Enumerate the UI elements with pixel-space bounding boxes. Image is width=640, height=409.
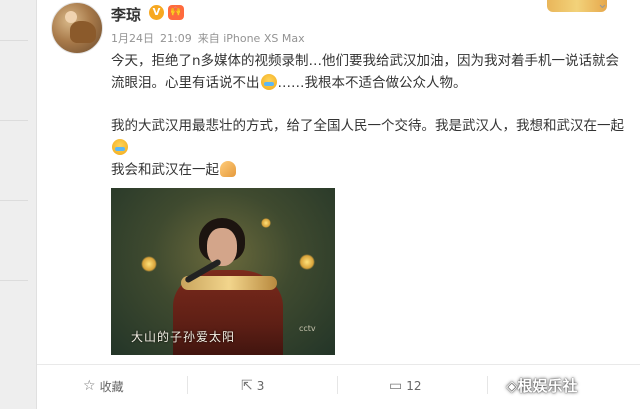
weibo-post-card: 李琼 V 🙌 ⌄ 1月24日 21:09 来自 iPhone XS Max 今天，拒… xyxy=(37,0,640,409)
paragraph-text: ……我根本不适合做公众人物。 xyxy=(277,75,467,91)
comment-icon: ▭ xyxy=(389,378,403,394)
post-date[interactable]: 1月24日 xyxy=(111,32,154,45)
post-paragraph-2: 我的大武汉用最悲壮的方式，给了全国人民一个交待。我是武汉人，我想和武汉在一起 xyxy=(111,115,631,159)
favorite-button[interactable]: ☆ 收藏 xyxy=(83,376,124,396)
stage-light xyxy=(141,256,157,272)
gutter-divider xyxy=(0,40,28,41)
action-separator xyxy=(337,376,338,394)
stage-light xyxy=(299,254,315,270)
author-name[interactable]: 李琼 xyxy=(111,4,141,25)
star-icon: ☆ xyxy=(83,378,96,394)
gutter-divider xyxy=(0,120,28,121)
gutter-divider xyxy=(0,280,28,281)
crying-emoji-icon xyxy=(260,74,277,90)
share-icon: ⇱ xyxy=(241,378,253,394)
action-separator xyxy=(487,376,488,394)
paragraph-text: 我会和武汉在一起 xyxy=(111,162,219,178)
video-thumbnail[interactable]: 大山的子孙爱太阳 cctv xyxy=(111,188,335,355)
watermark-logo-icon: ◈ xyxy=(506,377,518,395)
comment-button[interactable]: ▭ 12 xyxy=(389,376,422,396)
post-source[interactable]: 来自 iPhone XS Max xyxy=(198,32,305,45)
stage-light xyxy=(261,218,271,228)
crying-emoji-icon xyxy=(112,139,128,155)
comment-count: 12 xyxy=(406,379,422,393)
post-meta: 1月24日 21:09 来自 iPhone XS Max xyxy=(111,30,311,46)
avatar-horse xyxy=(70,21,96,43)
action-separator xyxy=(187,376,188,394)
vip-badge-icon[interactable]: V xyxy=(149,5,164,20)
video-subtitle: 大山的子孙爱太阳 xyxy=(131,330,236,344)
member-badge-icon[interactable]: 🙌 xyxy=(168,5,184,20)
gutter-divider xyxy=(0,200,28,201)
share-button[interactable]: ⇱ 3 xyxy=(241,376,264,396)
post-paragraph-1: 今天，拒绝了n多媒体的视频录制…他们要我给武汉加油，因为我对着手机一说话就会流眼… xyxy=(111,50,631,94)
favorite-label: 收藏 xyxy=(99,379,124,394)
more-chevron-icon[interactable]: ⌄ xyxy=(597,0,617,12)
paragraph-text: 我的大武汉用最悲壮的方式，给了全国人民一个交待。我是武汉人，我想和武汉在一起 xyxy=(111,118,624,134)
singer-face xyxy=(207,228,237,266)
share-count: 3 xyxy=(256,379,265,393)
strong-arm-emoji-icon xyxy=(220,161,236,177)
avatar-rider xyxy=(65,11,77,23)
footer-divider xyxy=(37,364,640,365)
watermark-text: 根娱乐社 xyxy=(517,377,578,395)
author-avatar[interactable] xyxy=(51,2,103,54)
source-watermark: ◈根娱乐社 xyxy=(506,375,578,396)
post-time[interactable]: 21:09 xyxy=(160,32,192,45)
post-paragraph-3: 我会和武汉在一起 xyxy=(111,159,631,181)
channel-logo: cctv xyxy=(299,324,316,333)
left-gutter xyxy=(0,0,37,409)
